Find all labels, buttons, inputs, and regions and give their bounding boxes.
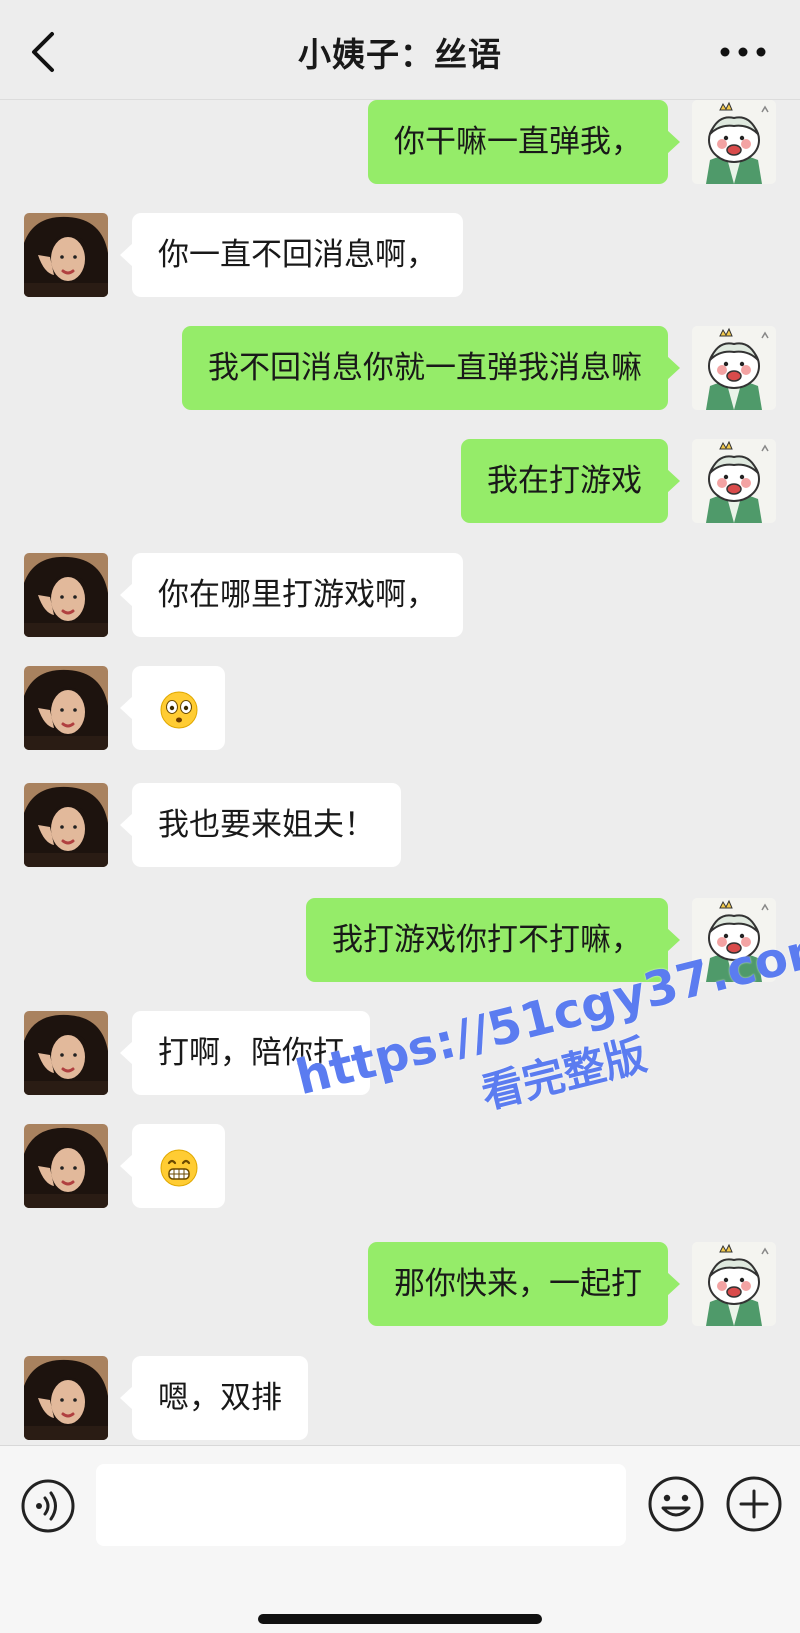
more-horizontal-icon [720,47,766,57]
message-row: 你在哪里打游戏啊， [0,553,800,637]
self-avatar[interactable] [692,1242,776,1326]
message-row: 你干嘛一直弹我， [0,100,800,184]
message-row: 我不回消息你就一直弹我消息嘛 [0,326,800,410]
message-row: 我在打游戏 [0,439,800,523]
sent-message-bubble[interactable]: 你干嘛一直弹我， [368,100,680,184]
more-button[interactable] [716,30,770,74]
self-avatar[interactable] [692,100,776,184]
sent-message-bubble[interactable]: 我在打游戏 [461,439,680,523]
contact-avatar[interactable] [24,553,108,637]
message-text: 我打游戏你打不打嘛， [332,922,642,958]
message-text: 我不回消息你就一直弹我消息嘛 [208,350,642,386]
sent-message-bubble[interactable]: 我不回消息你就一直弹我消息嘛 [182,326,680,410]
contact-avatar[interactable] [24,1356,108,1440]
self-avatar[interactable] [692,439,776,523]
input-bar [0,1445,800,1633]
message-text: 你一直不回消息啊， [158,237,437,273]
emoji-button[interactable] [646,1474,706,1534]
message-row [0,666,800,750]
contact-avatar[interactable] [24,1011,108,1095]
message-row: 嗯，双排 [0,1356,800,1440]
voice-icon [21,1479,75,1533]
contact-avatar[interactable] [24,783,108,867]
message-text: 你在哪里打游戏啊， [158,577,437,613]
contact-avatar[interactable] [24,666,108,750]
received-message-bubble[interactable]: 嗯，双排 [120,1356,308,1440]
sent-message-bubble[interactable]: 我打游戏你打不打嘛， [306,898,680,982]
received-message-bubble[interactable] [120,666,225,750]
received-message-bubble[interactable] [120,1124,225,1208]
contact-avatar[interactable] [24,213,108,297]
message-text: 你干嘛一直弹我， [394,124,642,160]
contact-avatar[interactable] [24,1124,108,1208]
grinning-face-icon [159,1148,199,1186]
message-text: 我在打游戏 [487,463,642,499]
self-avatar[interactable] [692,326,776,410]
plus-circle-icon [726,1476,782,1532]
message-list[interactable]: 你干嘛一直弹我， 你一直不回消息啊， 我不回消息你就一直弹我消息嘛我在打游戏你在哪里… [0,100,800,1445]
plus-button[interactable] [724,1474,784,1534]
message-row: 我打游戏你打不打嘛， [0,898,800,982]
voice-button[interactable] [20,1478,76,1534]
received-message-bubble[interactable]: 打啊，陪你打 [120,1011,370,1095]
message-text: 那你快来，一起打 [394,1266,642,1302]
message-row [0,1124,800,1208]
message-row: 那你快来，一起打 [0,1242,800,1326]
message-row: 打啊，陪你打 [0,1011,800,1095]
smiley-icon [648,1476,704,1532]
self-avatar[interactable] [692,898,776,982]
home-indicator [258,1614,542,1624]
flushed-face-icon [159,690,199,728]
chat-title: 小姨子：丝语 [298,35,502,74]
received-message-bubble[interactable]: 你一直不回消息啊， [120,213,463,297]
message-row: 你一直不回消息啊， [0,213,800,297]
chat-header: 小姨子：丝语 [0,0,800,100]
message-text: 嗯，双排 [158,1380,282,1416]
message-text: 我也要来姐夫！ [158,807,375,843]
message-input[interactable] [96,1464,626,1546]
message-text: 打啊，陪你打 [158,1035,344,1071]
received-message-bubble[interactable]: 我也要来姐夫！ [120,783,401,867]
message-row: 我也要来姐夫！ [0,783,800,867]
received-message-bubble[interactable]: 你在哪里打游戏啊， [120,553,463,637]
sent-message-bubble[interactable]: 那你快来，一起打 [368,1242,680,1326]
